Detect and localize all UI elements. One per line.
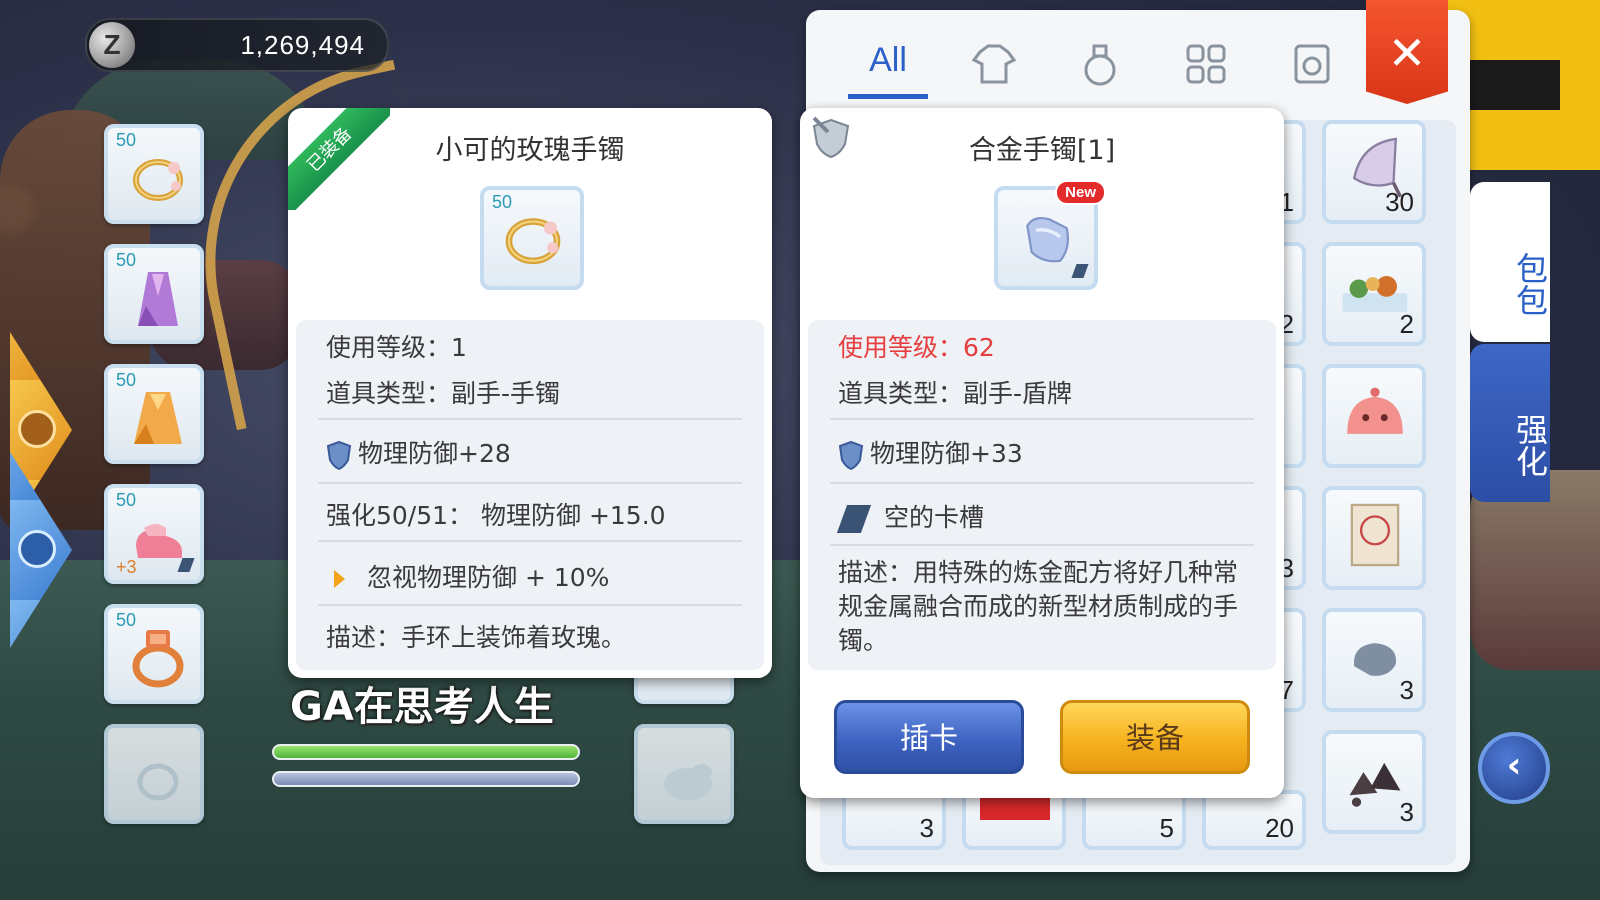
item-title: 合金手镯[1]: [968, 135, 1116, 166]
equip-slot-shoes[interactable]: 50 +3: [104, 484, 204, 584]
divider: [830, 418, 1254, 420]
inventory-item[interactable]: 30: [1322, 120, 1426, 224]
refine-line: 强化50/51： 物理防御 +15.0: [326, 501, 666, 530]
person-icon: [18, 530, 56, 568]
phys-def-line: 物理防御+33: [838, 434, 1246, 470]
item-quantity: 3: [1399, 675, 1414, 705]
phys-def-line: 物理防御+28: [326, 434, 734, 470]
item-quantity: 5: [1159, 813, 1174, 843]
divider: [830, 544, 1254, 546]
use-level: 使用等级：1: [326, 333, 467, 362]
insert-card-button[interactable]: 插卡: [834, 700, 1024, 774]
equip-slot-accessory-empty[interactable]: [104, 724, 204, 824]
divider: [318, 604, 742, 606]
equip-slot-right-6[interactable]: [634, 724, 734, 824]
ignore-def-value: 忽视物理防御 + 10%: [367, 563, 610, 592]
tab-enhance[interactable]: 强化: [1470, 344, 1550, 502]
currency-display: Z 1,269,494: [85, 18, 389, 72]
empty-card-slot-icon: [836, 505, 872, 533]
item-stats: 使用等级：62 道具类型：副手-盾牌 物理防御+33 空的卡槽 描述：用特殊的炼…: [808, 320, 1276, 670]
alloy-bracelet-icon: [1026, 216, 1070, 263]
description: 描述：手环上装饰着玫瑰。: [326, 623, 627, 652]
inventory-item[interactable]: 3: [842, 790, 946, 850]
tab-armor[interactable]: [954, 30, 1034, 96]
item-preview: 50: [480, 186, 584, 290]
inventory-item[interactable]: 3: [1322, 730, 1426, 834]
equipped-item-tooltip: 已装备 小可的玫瑰手镯 50 使用等级：1 道具类型：副手-手镯 物理防御+28…: [288, 108, 772, 678]
phys-def-value: 物理防御+28: [358, 439, 511, 468]
bullet-arrow-icon: [334, 570, 345, 588]
equip-slot-cape[interactable]: 50: [104, 364, 204, 464]
zeny-coin-icon: Z: [89, 22, 135, 68]
equip-button[interactable]: 装备: [1060, 700, 1250, 774]
inventory-tabs: All: [826, 30, 1330, 100]
tab-bag[interactable]: 包包: [1470, 182, 1550, 342]
item-title: 小可的玫瑰手镯: [435, 135, 625, 166]
empty-accessory-icon: [137, 763, 179, 801]
close-icon: ✕: [1387, 26, 1427, 80]
ignore-def-line: 忽视物理防御 + 10%: [326, 558, 734, 594]
item-stats: 使用等级：1 道具类型：副手-手镯 物理防御+28 强化50/51： 物理防御 …: [296, 320, 764, 670]
shield-icon: [838, 440, 864, 470]
divider: [830, 482, 1254, 484]
collapse-button[interactable]: ‹: [1478, 732, 1550, 804]
card-slot-label: 空的卡槽: [884, 503, 985, 532]
item-quantity: 30: [1385, 187, 1414, 217]
potion-icon: [1084, 44, 1116, 86]
rose-bracelet-icon: [133, 159, 183, 201]
divider: [318, 540, 742, 542]
orange-cape-icon: [134, 392, 182, 444]
inventory-item[interactable]: [1322, 364, 1426, 468]
equip-slot-armor[interactable]: 50: [104, 244, 204, 344]
tab-misc[interactable]: [1166, 30, 1246, 96]
shirt-icon: [18, 410, 56, 448]
pink-shoes-icon: [136, 524, 182, 558]
description: 描述：用特殊的炼金配方将好几种常规金属融合而成的新型材质制成的手镯。: [838, 558, 1239, 655]
ring-icon: [132, 630, 184, 688]
item-quantity: 20: [1265, 813, 1294, 843]
new-item-tooltip: 合金手镯[1] New 使用等级：62 道具类型：副手-盾牌 物理防御+33 空…: [800, 108, 1284, 798]
item-quantity: 2: [1399, 309, 1414, 339]
equip-slot-ring[interactable]: 50: [104, 604, 204, 704]
shield-icon: [326, 440, 352, 470]
divider: [318, 482, 742, 484]
grid-icon: [1186, 44, 1226, 84]
empty-pet-icon: [664, 764, 712, 800]
item-quantity: 3: [919, 813, 934, 843]
inventory-item[interactable]: 20: [1202, 790, 1306, 850]
close-button[interactable]: ✕: [1366, 0, 1448, 104]
item-quantity: 3: [1399, 797, 1414, 827]
item-preview: New: [994, 180, 1106, 290]
card-icon: [1294, 44, 1330, 84]
currency-amount: 1,269,494: [240, 30, 365, 60]
tab-consumable[interactable]: [1060, 30, 1140, 96]
active-tab-indicator: [848, 94, 928, 99]
card-slot-line: 空的卡槽: [836, 498, 1246, 534]
new-badge: New: [1055, 180, 1106, 205]
player-name: GA在思考人生: [290, 684, 554, 730]
chevron-left-icon: ‹: [1506, 745, 1522, 786]
equip-slot-bracelet[interactable]: 50: [104, 124, 204, 224]
phys-def-value: 物理防御+33: [870, 439, 1023, 468]
inventory-item[interactable]: 5: [1082, 790, 1186, 850]
inventory-item[interactable]: 3: [1322, 608, 1426, 712]
item-type: 道具类型：副手-手镯: [326, 379, 561, 408]
inventory-item[interactable]: [1322, 486, 1426, 590]
use-level: 使用等级：62: [838, 333, 995, 362]
sp-bar: [272, 771, 580, 787]
divider: [318, 418, 742, 420]
inventory-item[interactable]: [962, 790, 1066, 850]
tab-all[interactable]: All: [848, 30, 928, 96]
poring-icon: [1347, 387, 1403, 434]
purple-robe-icon: [138, 272, 178, 326]
rose-bracelet-icon: [505, 218, 561, 265]
item-type: 道具类型：副手-盾牌: [838, 379, 1073, 408]
inventory-item[interactable]: 2: [1322, 242, 1426, 346]
hp-bar: [272, 744, 580, 760]
armor-icon: [971, 44, 1017, 84]
scroll-icon: [1350, 503, 1400, 567]
tab-card[interactable]: [1272, 30, 1352, 96]
